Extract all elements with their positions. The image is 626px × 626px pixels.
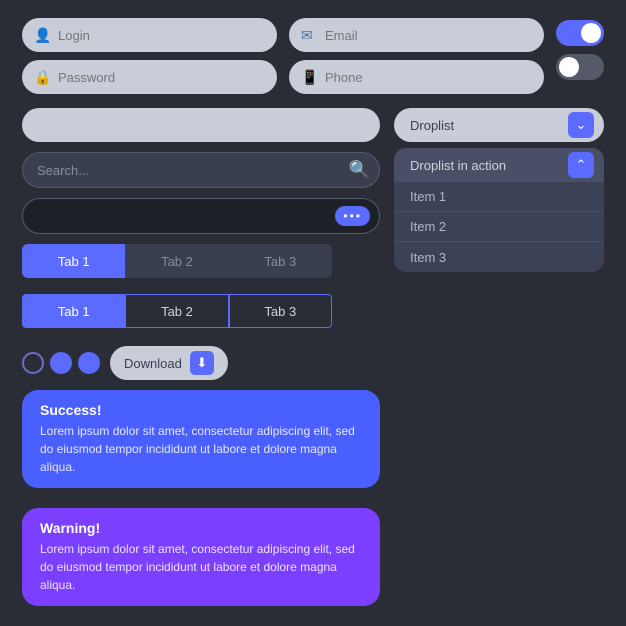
warning-body: Lorem ipsum dolor sit amet, consectetur …	[40, 540, 362, 594]
alert-warning: Warning! Lorem ipsum dolor sit amet, con…	[22, 508, 380, 606]
droplist-item-1[interactable]: Item 1	[394, 182, 604, 212]
success-body: Lorem ipsum dolor sit amet, consectetur …	[40, 422, 362, 476]
download-button[interactable]: Download ⬇	[110, 346, 228, 380]
radio-3[interactable]	[78, 352, 100, 374]
radio-1[interactable]	[22, 352, 44, 374]
droplist-item-3[interactable]: Item 3	[394, 242, 604, 272]
droplist-closed-label: Droplist	[410, 118, 454, 133]
dots-input[interactable]	[22, 198, 380, 234]
droplist-closed-arrow: ⌄	[568, 112, 594, 138]
search-button[interactable]: 🔍	[349, 160, 370, 180]
right-column: Droplist ⌄ Droplist in action ⌃ Item 1 I…	[394, 108, 604, 606]
tab2-row1[interactable]: Tab 2	[125, 244, 228, 278]
tab3-row1[interactable]: Tab 3	[229, 244, 332, 278]
tab1-row1[interactable]: Tab 1	[22, 244, 125, 278]
phone-input[interactable]	[289, 60, 544, 94]
left-column: 🔍 ••• Tab 1 Tab 2 Tab 3 Tab 1 Tab 2 Tab …	[22, 108, 380, 606]
wide-input[interactable]	[22, 108, 380, 142]
toggle-2[interactable]	[556, 54, 604, 80]
login-input-wrap: 👤	[22, 18, 277, 52]
email-input[interactable]	[289, 18, 544, 52]
login-password-group: 👤 🔒	[22, 18, 277, 94]
droplist-closed[interactable]: Droplist ⌄	[394, 108, 604, 142]
warning-title: Warning!	[40, 520, 362, 536]
droplist-open-label: Droplist in action	[410, 158, 506, 173]
password-input-wrap: 🔒	[22, 60, 277, 94]
toggle-2-knob	[559, 57, 579, 77]
toggle-1-knob	[581, 23, 601, 43]
middle-section: 🔍 ••• Tab 1 Tab 2 Tab 3 Tab 1 Tab 2 Tab …	[22, 108, 604, 606]
droplist-open: Droplist in action ⌃ Item 1 Item 2 Item …	[394, 148, 604, 272]
tab3-row2[interactable]: Tab 3	[229, 294, 332, 328]
dots-input-wrap: •••	[22, 198, 380, 234]
dots-badge: •••	[335, 206, 370, 226]
droplist-open-header[interactable]: Droplist in action ⌃	[394, 148, 604, 182]
droplist-open-arrow: ⌃	[568, 152, 594, 178]
toggle-group	[556, 18, 604, 80]
droplist-item-2[interactable]: Item 2	[394, 212, 604, 242]
email-input-wrap: ✉	[289, 18, 544, 52]
phone-input-wrap: 📱	[289, 60, 544, 94]
download-label: Download	[124, 356, 182, 371]
success-title: Success!	[40, 402, 362, 418]
alert-success: Success! Lorem ipsum dolor sit amet, con…	[22, 390, 380, 488]
email-phone-group: ✉ 📱	[289, 18, 544, 94]
search-input[interactable]	[22, 152, 380, 188]
password-input[interactable]	[22, 60, 277, 94]
search-wrap: 🔍	[22, 152, 380, 188]
download-icon: ⬇	[190, 351, 214, 375]
wide-input-wrap	[22, 108, 380, 142]
login-input[interactable]	[22, 18, 277, 52]
radio-circles	[22, 352, 100, 374]
top-section: 👤 🔒 ✉ 📱	[22, 18, 604, 94]
toggle-1[interactable]	[556, 20, 604, 46]
tab2-row2[interactable]: Tab 2	[125, 294, 228, 328]
tabs-row1: Tab 1 Tab 2 Tab 3	[22, 244, 332, 278]
radio-2[interactable]	[50, 352, 72, 374]
tab1-row2[interactable]: Tab 1	[22, 294, 125, 328]
tabs-row2: Tab 1 Tab 2 Tab 3	[22, 294, 332, 328]
download-row: Download ⬇	[22, 346, 380, 380]
